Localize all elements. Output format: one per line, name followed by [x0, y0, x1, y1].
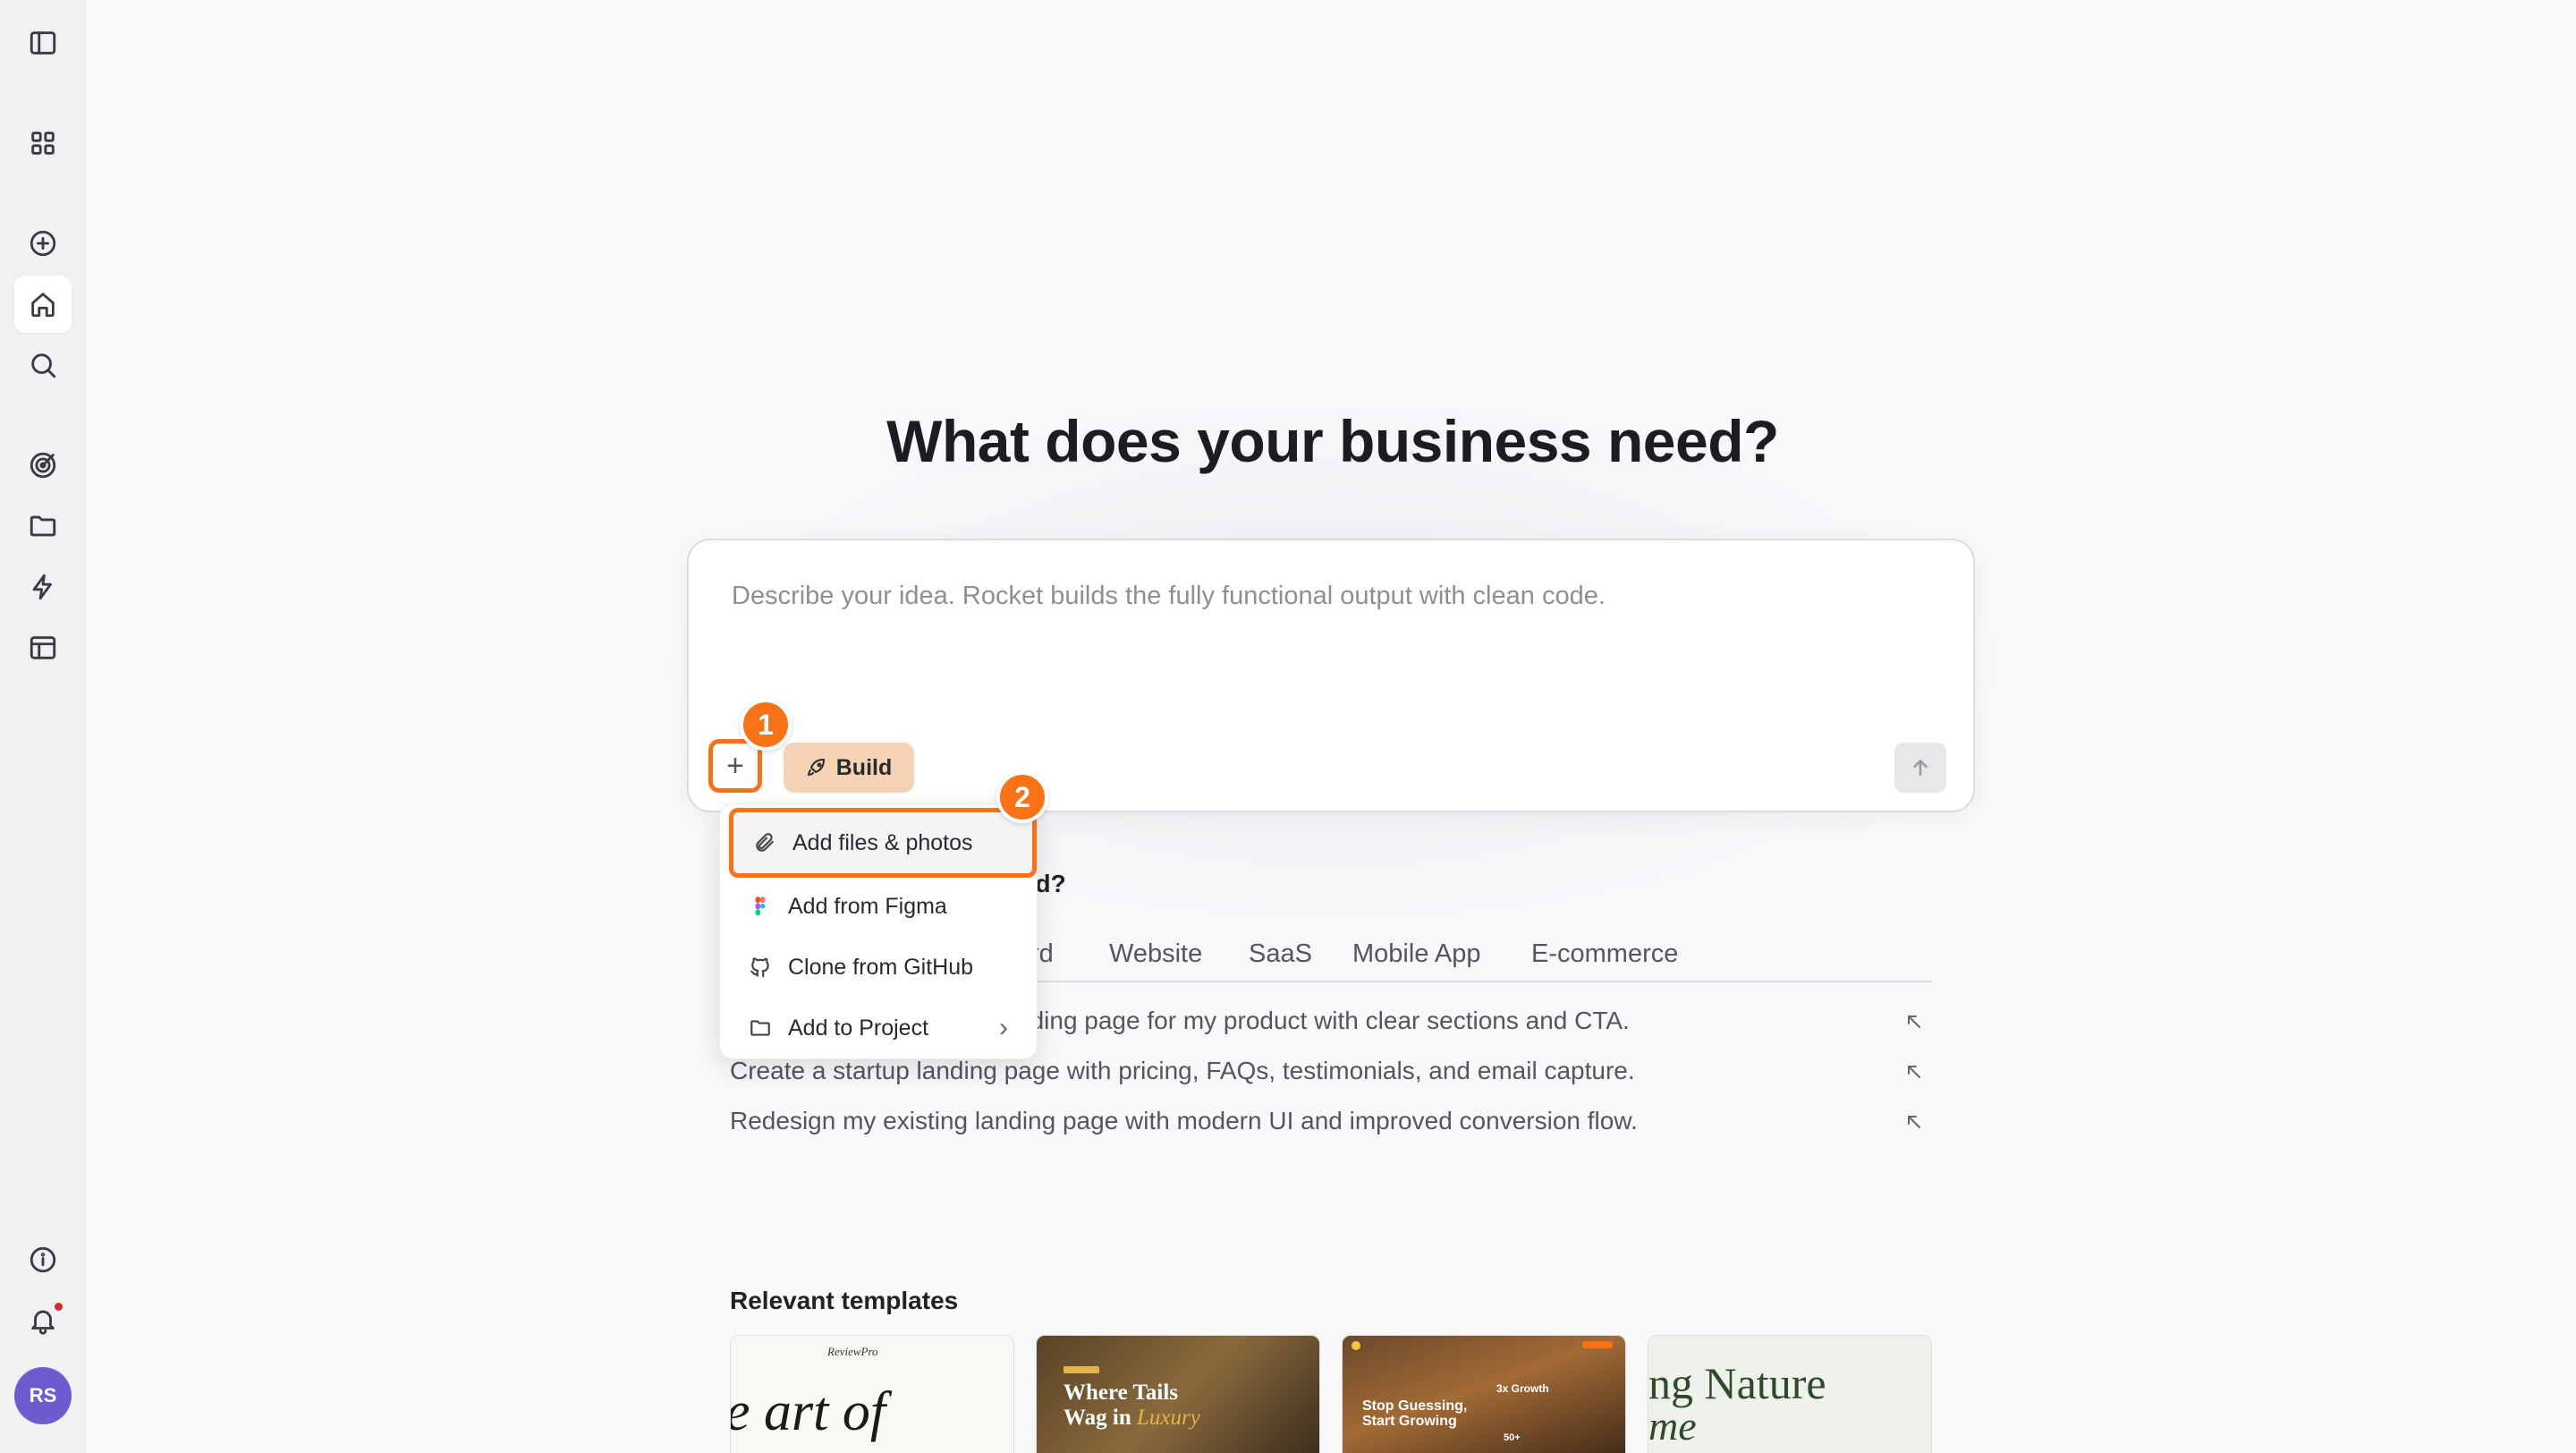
- templates-button[interactable]: [14, 619, 72, 676]
- template-tag: [1063, 1366, 1099, 1373]
- templates-title: Relevant templates: [730, 1287, 959, 1314]
- search-icon: [31, 353, 56, 378]
- avatar[interactable]: RS: [14, 1367, 72, 1424]
- build-label: Build: [835, 754, 893, 780]
- tab-saas[interactable]: SaaS: [1249, 939, 1312, 969]
- folder-icon: [750, 1020, 770, 1036]
- template-brand: ReviewPro: [827, 1345, 878, 1358]
- search-button[interactable]: [14, 336, 72, 394]
- suggestion-text: Create a startup landing page with prici…: [730, 1057, 1635, 1084]
- info-button[interactable]: [14, 1231, 72, 1288]
- menu-item-add-figma[interactable]: Add from Figma: [720, 876, 1038, 937]
- paperclip-icon: [756, 833, 774, 852]
- layout-icon: [30, 636, 56, 659]
- tab-mobile-app[interactable]: Mobile App: [1352, 939, 1481, 969]
- menu-item-label: Add files & photos: [792, 829, 973, 855]
- template-stat: 50+: [1504, 1432, 1521, 1443]
- step-badge-1: 1: [740, 699, 792, 751]
- tab-ecommerce[interactable]: E-commerce: [1531, 939, 1678, 969]
- template-headline-line: Wag in Luxury: [1063, 1406, 1200, 1431]
- figma-icon: [755, 896, 766, 916]
- bell-icon: [31, 1310, 55, 1335]
- template-headline-accent: Luxury: [1136, 1406, 1200, 1430]
- template-card[interactable]: Where Tails Wag in Luxury: [1036, 1335, 1320, 1453]
- new-project-button[interactable]: [14, 215, 72, 272]
- menu-item-add-to-project[interactable]: Add to Project ›: [720, 998, 1038, 1058]
- goals-button[interactable]: [14, 437, 72, 494]
- suggestion-item[interactable]: Redesign my existing landing page with m…: [730, 1099, 1932, 1143]
- template-headline: Where Tails: [1063, 1381, 1179, 1405]
- send-button[interactable]: [1894, 743, 1946, 793]
- template-card[interactable]: ReviewPro e art of: [730, 1335, 1014, 1453]
- target-icon: [30, 452, 56, 479]
- chevron-right-icon: ›: [999, 1013, 1008, 1042]
- home-icon: [31, 293, 55, 318]
- grid-icon: [31, 132, 55, 155]
- sidebar: RS: [0, 0, 86, 1453]
- arrow-up-left-icon: [1903, 1060, 1925, 1082]
- template-logo: [1352, 1341, 1360, 1350]
- arrow-up-left-icon: [1903, 1110, 1925, 1132]
- template-cta: [1582, 1341, 1613, 1348]
- notification-dot: [55, 1303, 63, 1311]
- template-subheadline: me: [1648, 1403, 1697, 1449]
- menu-item-label: Add to Project: [788, 1015, 929, 1041]
- sidebar-panel-icon: [30, 31, 56, 55]
- menu-item-add-files[interactable]: Add files & photos: [729, 808, 1037, 878]
- apps-button[interactable]: [14, 115, 72, 172]
- prompt-card: + Build: [687, 539, 1975, 812]
- home-button[interactable]: [14, 276, 72, 333]
- rocket-icon: [807, 759, 825, 776]
- attach-menu: Add files & photos Add from Figma Clone …: [719, 803, 1038, 1059]
- suggestion-text: nding page for my product with clear sec…: [1016, 1007, 1630, 1034]
- page-title: What does your business need?: [886, 408, 1779, 474]
- arrow-up-icon: [1913, 760, 1928, 776]
- folder-icon: [30, 515, 56, 537]
- lightning-icon: [32, 574, 52, 600]
- prompt-input[interactable]: [732, 582, 1930, 611]
- plus-circle-icon: [30, 230, 56, 257]
- menu-item-clone-github[interactable]: Clone from GitHub: [720, 937, 1038, 998]
- plus-icon: +: [726, 749, 744, 783]
- template-stat: 3x Growth: [1496, 1382, 1549, 1395]
- build-mode-button[interactable]: Build: [784, 743, 914, 793]
- menu-item-label: Add from Figma: [788, 893, 947, 919]
- notifications-button[interactable]: [14, 1292, 72, 1349]
- github-icon: [750, 957, 769, 978]
- arrow-up-left-icon: [1903, 1010, 1925, 1032]
- toggle-sidebar-button[interactable]: [14, 14, 72, 72]
- suggestion-text: Redesign my existing landing page with m…: [730, 1107, 1638, 1134]
- projects-button[interactable]: [14, 497, 72, 555]
- template-headline: Wag in: [1063, 1406, 1137, 1430]
- tab-website[interactable]: Website: [1109, 939, 1202, 969]
- menu-item-label: Clone from GitHub: [788, 954, 974, 980]
- template-card[interactable]: ng Nature me: [1648, 1335, 1932, 1453]
- template-card[interactable]: Stop Guessing, Start Growing 3x Growth 5…: [1342, 1335, 1626, 1453]
- template-headline: e art of: [730, 1381, 886, 1442]
- info-icon: [30, 1246, 56, 1273]
- automations-button[interactable]: [14, 558, 72, 616]
- template-headline: Stop Guessing, Start Growing: [1362, 1398, 1468, 1429]
- step-badge-2: 2: [996, 771, 1048, 823]
